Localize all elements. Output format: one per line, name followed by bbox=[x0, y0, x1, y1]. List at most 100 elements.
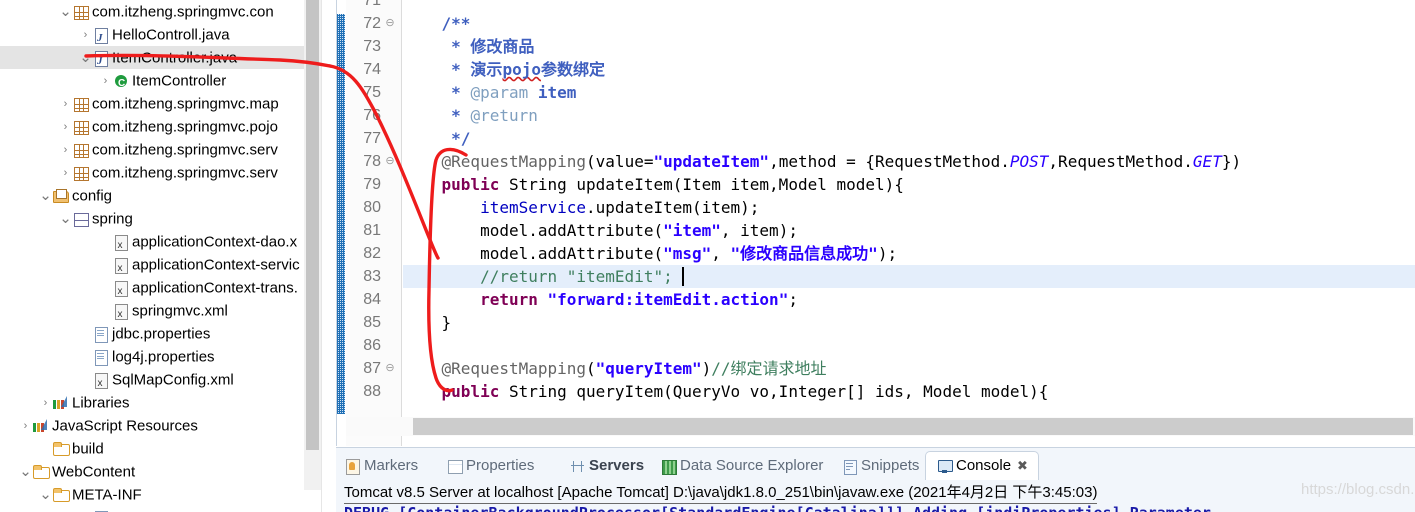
editor-hscrollbar-thumb[interactable] bbox=[413, 418, 1413, 435]
code-line-85[interactable]: } bbox=[403, 311, 452, 334]
tree-item-meta-inf[interactable]: ⌄ META-INF bbox=[0, 483, 304, 506]
tab-label: Console bbox=[956, 457, 1012, 474]
code-token: ,method = {RequestMethod. bbox=[769, 152, 1010, 171]
pkg-icon bbox=[72, 4, 89, 21]
code-line-84[interactable]: return "forward:itemEdit.action"; bbox=[403, 288, 798, 311]
chevron-right-icon[interactable]: › bbox=[39, 392, 52, 415]
file-icon bbox=[92, 349, 109, 367]
code-line-80[interactable]: itemService.updateItem(item); bbox=[403, 196, 759, 219]
tab-label: Markers bbox=[364, 457, 419, 474]
explorer-vertical-scrollbar[interactable] bbox=[304, 0, 321, 490]
tree-item-log4j-properties[interactable]: log4j.properties bbox=[0, 345, 304, 368]
tree-item-applicationcontext-trans-[interactable]: applicationContext-trans. bbox=[0, 276, 304, 303]
tree-item-javascript-resources[interactable]: › JavaScript Resources bbox=[0, 414, 304, 437]
code-line-78[interactable]: @RequestMapping(value="updateItem",metho… bbox=[403, 150, 1242, 173]
line-number: 73 bbox=[363, 38, 381, 55]
line-number: 72 bbox=[363, 15, 381, 32]
tree-item-itemcontroller-java[interactable]: ⌄ ItemController.java bbox=[0, 46, 304, 73]
code-line-74[interactable]: * 演示pojo参数绑定 bbox=[403, 58, 605, 81]
code-token: @return bbox=[470, 106, 538, 125]
tree-item-sqlmapconfig-xml[interactable]: SqlMapConfig.xml bbox=[0, 368, 304, 395]
code-line-86[interactable] bbox=[403, 334, 413, 357]
tree-item-config[interactable]: ⌄ config bbox=[0, 184, 304, 207]
tree-item-hellocontroll-java[interactable]: › HelloControll.java bbox=[0, 23, 304, 51]
code-token: , bbox=[711, 244, 731, 263]
tab-snippets[interactable]: Snippets bbox=[841, 453, 919, 479]
tree-item-applicationcontext-dao-x[interactable]: applicationContext-dao.x bbox=[0, 230, 304, 257]
chevron-right-icon[interactable]: › bbox=[19, 415, 32, 438]
tree-item-libraries[interactable]: › Libraries bbox=[0, 391, 304, 414]
tree-item-com-itzheng-springmvc-map[interactable]: › com.itzheng.springmvc.map bbox=[0, 92, 304, 115]
tree-item-label: com.itzheng.springmvc.map bbox=[92, 95, 279, 113]
xml-icon bbox=[112, 234, 129, 257]
tree-item-label: META-INF bbox=[72, 486, 142, 504]
tree-item-label: com.itzheng.springmvc.pojo bbox=[92, 118, 278, 136]
tab-data-source-explorer[interactable]: Data Source Explorer bbox=[660, 453, 823, 479]
src-icon bbox=[72, 211, 89, 228]
tree-item-applicationcontext-servic[interactable]: applicationContext-servic bbox=[0, 253, 304, 280]
java-icon bbox=[92, 50, 109, 73]
line-number: 81 bbox=[363, 222, 381, 239]
code-line-73[interactable]: * 修改商品 bbox=[403, 35, 534, 58]
fold-collapse-icon[interactable]: ⊖ bbox=[384, 12, 396, 35]
fold-collapse-icon[interactable]: ⊖ bbox=[384, 357, 396, 380]
folder-icon bbox=[32, 464, 50, 480]
line-number: 85 bbox=[363, 314, 381, 331]
chevron-down-icon[interactable]: ⌄ bbox=[59, 4, 72, 19]
tree-item-com-itzheng-springmvc-serv[interactable]: › com.itzheng.springmvc.serv bbox=[0, 161, 304, 184]
tree-item-itemcontroller[interactable]: › ItemController bbox=[0, 69, 304, 95]
code-line-83[interactable]: //return "itemEdit"; bbox=[403, 265, 1415, 288]
chevron-right-icon[interactable]: › bbox=[59, 116, 72, 139]
tree-item-springmvc-xml[interactable]: springmvc.xml bbox=[0, 299, 304, 326]
code-line-82[interactable]: model.addAttribute("msg", "修改商品信息成功"); bbox=[403, 242, 897, 265]
explorer-scrollbar-thumb[interactable] bbox=[306, 0, 319, 450]
tree-item-label: applicationContext-dao.x bbox=[132, 233, 298, 251]
code-line-75[interactable]: * @param item bbox=[403, 81, 576, 104]
tree-item-com-itzheng-springmvc-serv[interactable]: › com.itzheng.springmvc.serv bbox=[0, 138, 304, 161]
chevron-right-icon[interactable]: › bbox=[59, 139, 72, 162]
code-line-79[interactable]: public String updateItem(Item item,Model… bbox=[403, 173, 904, 196]
chevron-right-icon[interactable]: › bbox=[99, 70, 112, 93]
chevron-right-icon[interactable]: › bbox=[59, 93, 72, 116]
tree-item-webcontent[interactable]: ⌄ WebContent bbox=[0, 460, 304, 483]
package-explorer-tree[interactable]: ⌄com.itzheng.springmvc.con›HelloControll… bbox=[0, 0, 321, 512]
code-line-81[interactable]: model.addAttribute("item", item); bbox=[403, 219, 798, 242]
code-line-88[interactable]: public String queryItem(QueryVo vo,Integ… bbox=[403, 380, 1049, 403]
tab-markers[interactable]: Markers bbox=[344, 453, 418, 479]
fold-collapse-icon[interactable]: ⊖ bbox=[384, 150, 396, 173]
snippets-icon bbox=[841, 459, 858, 475]
tree-item-label: SqlMapConfig.xml bbox=[112, 371, 234, 389]
tree-item-com-itzheng-springmvc-con[interactable]: ⌄ com.itzheng.springmvc.con bbox=[0, 0, 304, 23]
tree-item-com-itzheng-springmvc-pojo[interactable]: › com.itzheng.springmvc.pojo bbox=[0, 115, 304, 138]
tab-console[interactable]: Console ✖ bbox=[925, 451, 1039, 480]
xml-icon bbox=[112, 257, 129, 280]
chevron-down-icon[interactable]: ⌄ bbox=[19, 464, 32, 479]
bottom-tab-strip[interactable]: Markers Properties Servers Data Source Expl… bbox=[336, 450, 1415, 480]
code-line-77[interactable]: */ bbox=[403, 127, 470, 150]
editor-code-area[interactable]: /** * 修改商品 * 演示pojo参数绑定 * @param item * … bbox=[403, 0, 1415, 421]
chevron-down-icon[interactable]: ⌄ bbox=[39, 188, 52, 203]
tree-item-jdbc-properties[interactable]: jdbc.properties bbox=[0, 322, 304, 345]
code-line-76[interactable]: * @return bbox=[403, 104, 538, 127]
chevron-right-icon[interactable]: › bbox=[79, 24, 92, 47]
tree-item-spring[interactable]: ⌄ spring bbox=[0, 207, 304, 230]
chevron-down-icon[interactable]: ⌄ bbox=[59, 211, 72, 226]
tab-servers[interactable]: Servers bbox=[569, 453, 644, 479]
chevron-down-icon[interactable]: ⌄ bbox=[79, 50, 92, 65]
tree-item-label: ItemController bbox=[132, 72, 227, 90]
tab-properties[interactable]: Properties bbox=[446, 453, 534, 479]
chevron-right-icon[interactable]: › bbox=[59, 162, 72, 185]
csdn-watermark: https://blog.csdn.net/qq_44757034 bbox=[1301, 481, 1415, 498]
code-line-72[interactable]: /** bbox=[403, 12, 471, 35]
tree-item-build[interactable]: build bbox=[0, 437, 304, 460]
line-number: 75 bbox=[363, 84, 381, 101]
java-code-editor[interactable]: 71 72 ⊖ 73 74 75 76 77 78 ⊖ 79 80 81 82 83 84 85 86 87 ⊖ 88 … bbox=[336, 0, 1415, 446]
chevron-down-icon[interactable]: ⌄ bbox=[39, 487, 52, 502]
code-line-87[interactable]: @RequestMapping("queryItem")//绑定请求地址 bbox=[403, 357, 827, 380]
code-line-71[interactable] bbox=[403, 0, 413, 12]
close-icon[interactable]: ✖ bbox=[1017, 458, 1028, 473]
code-token: "forward:itemEdit.action" bbox=[547, 290, 789, 309]
tree-item-manifest-mf[interactable]: MANIFEST.MF bbox=[0, 506, 304, 512]
data-source-icon bbox=[660, 459, 677, 475]
explorer-editor-divider bbox=[321, 0, 335, 512]
